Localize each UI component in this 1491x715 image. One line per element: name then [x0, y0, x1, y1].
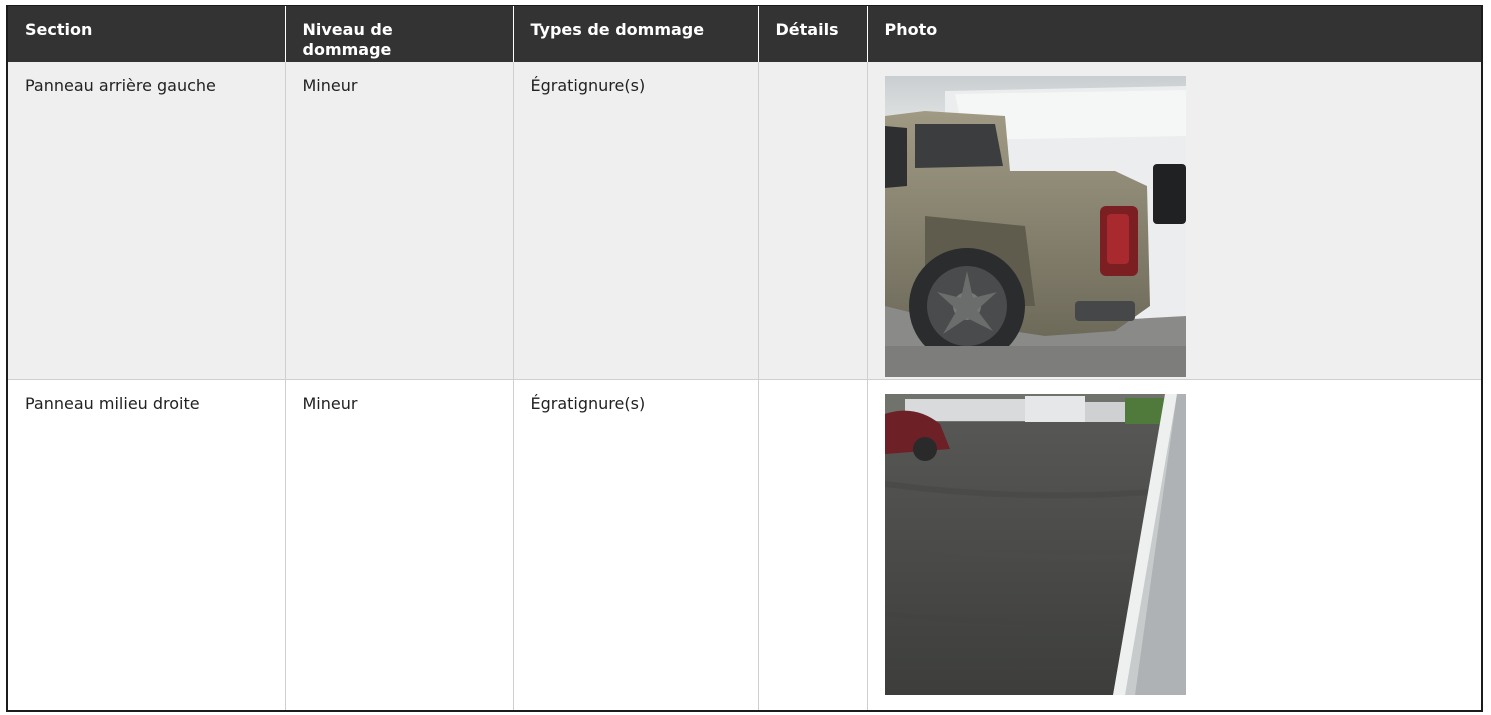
cell-details: [757, 62, 867, 380]
cell-details: [757, 379, 867, 710]
cell-types: Égratignure(s): [512, 379, 758, 710]
damage-report-frame: Section Niveau de dommage Types de domma…: [6, 5, 1483, 712]
table-row: Panneau milieu droite Mineur Égratignure…: [8, 379, 1481, 710]
column-header-types: Types de dommage: [512, 6, 758, 62]
table-row: Panneau arrière gauche Mineur Égratignur…: [8, 62, 1481, 380]
column-header-photo: Photo: [866, 6, 1481, 62]
column-header-details: Détails: [757, 6, 867, 62]
cell-niveau: Mineur: [284, 379, 513, 710]
column-header-niveau: Niveau de dommage: [284, 6, 513, 62]
damage-photo-truck[interactable]: [884, 76, 1186, 377]
cell-types: Égratignure(s): [512, 62, 758, 380]
cell-niveau: Mineur: [284, 62, 513, 380]
damage-photo-lot[interactable]: [884, 393, 1186, 695]
cell-photo: [866, 379, 1481, 710]
damage-table: Section Niveau de dommage Types de domma…: [8, 6, 1481, 710]
table-header-row: Section Niveau de dommage Types de domma…: [8, 6, 1481, 62]
cell-photo: [866, 62, 1481, 380]
cell-section: Panneau arrière gauche: [8, 62, 285, 380]
cell-section: Panneau milieu droite: [8, 379, 285, 710]
column-header-section: Section: [8, 6, 285, 62]
